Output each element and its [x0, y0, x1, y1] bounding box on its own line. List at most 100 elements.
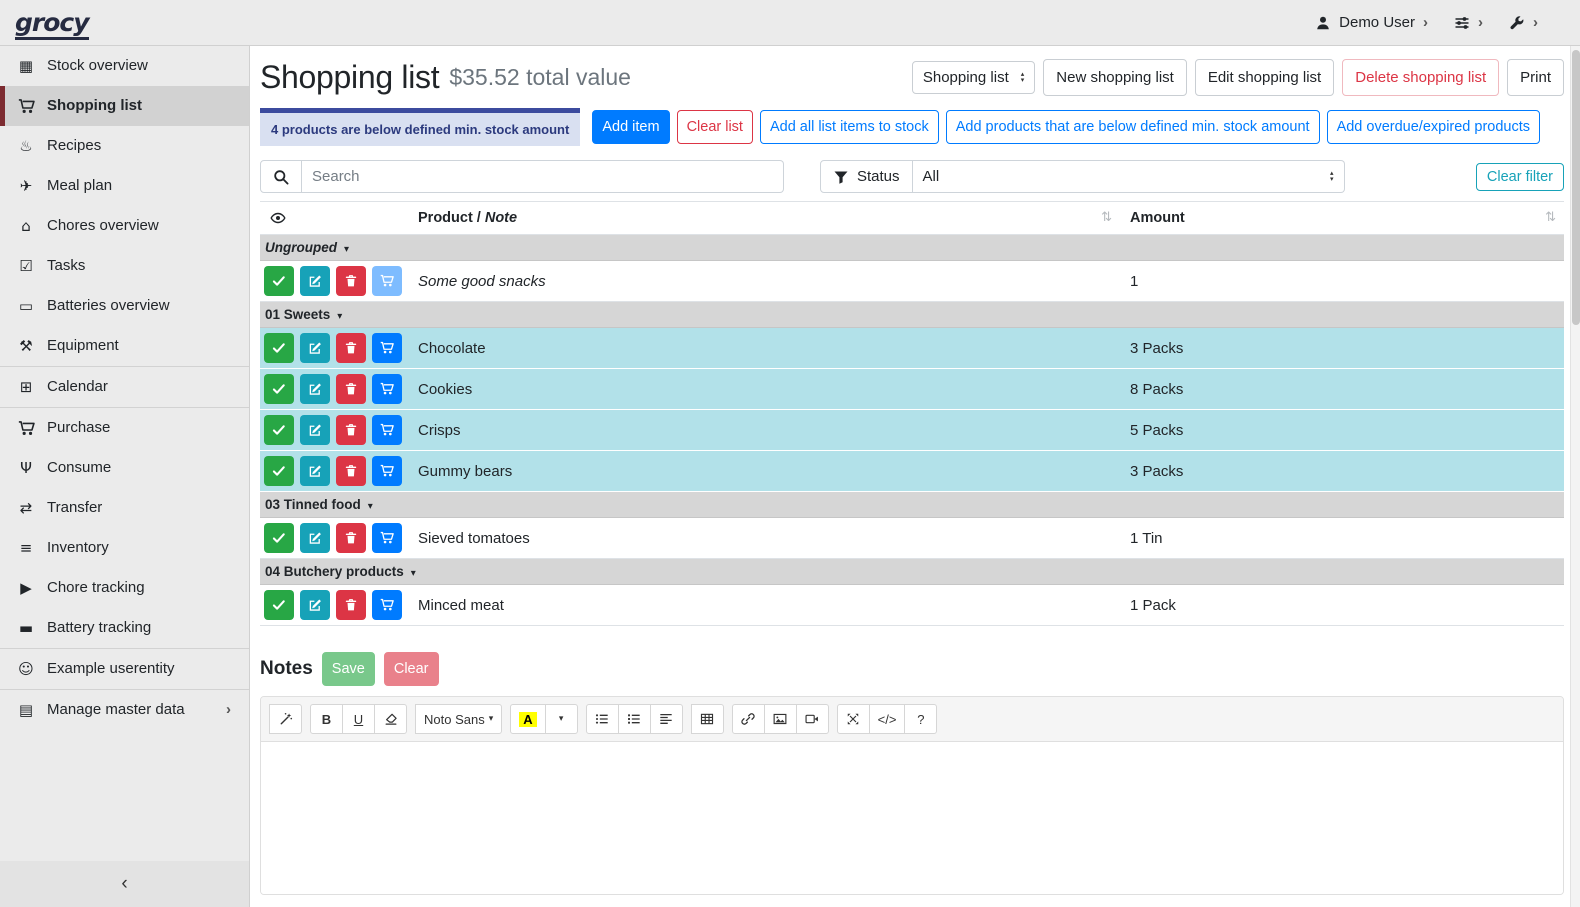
sidebar-item-example-userentity[interactable]: ☺Example userentity	[0, 649, 249, 689]
amount-column-header[interactable]: Amount ⇅	[1120, 202, 1564, 235]
sidebar-item-transfer[interactable]: ⇄Transfer	[0, 488, 249, 528]
delete-shopping-list-button[interactable]: Delete shopping list	[1342, 59, 1499, 96]
sidebar-item-battery-tracking[interactable]: ▬Battery tracking	[0, 608, 249, 648]
add-overdue-button[interactable]: Add overdue/expired products	[1327, 110, 1540, 144]
mark-done-button[interactable]	[264, 333, 294, 363]
user-menu[interactable]: Demo User ›	[1315, 14, 1428, 31]
font-family-button[interactable]: Noto Sans▾	[415, 704, 502, 734]
sidebar-item-chores-overview[interactable]: ⌂Chores overview	[0, 206, 249, 246]
edit-item-button[interactable]	[300, 333, 330, 363]
edit-shopping-list-button[interactable]: Edit shopping list	[1195, 59, 1334, 96]
group-header-ungrouped[interactable]: Ungrouped▾	[260, 235, 1564, 261]
unordered-list-button[interactable]	[586, 704, 619, 734]
highlight-color-button[interactable]: A	[510, 704, 545, 734]
mark-done-button[interactable]	[264, 266, 294, 296]
sidebar-item-chore-tracking[interactable]: ▶Chore tracking	[0, 568, 249, 608]
bold-button[interactable]: B	[310, 704, 343, 734]
sidebar-item-label: Stock overview	[47, 55, 148, 77]
sidebar-item-shopping-list[interactable]: Shopping list	[0, 86, 249, 126]
new-shopping-list-button[interactable]: New shopping list	[1043, 59, 1187, 96]
group-header-03-tinned-food[interactable]: 03 Tinned food▾	[260, 492, 1564, 518]
done-column-header[interactable]	[260, 202, 410, 235]
insert-link-button[interactable]	[732, 704, 765, 734]
delete-item-button[interactable]	[336, 333, 366, 363]
clear-filter-button[interactable]: Clear filter	[1476, 163, 1564, 191]
underline-button[interactable]: U	[342, 704, 375, 734]
add-item-button[interactable]: Add item	[592, 110, 669, 144]
group-header-01-sweets[interactable]: 01 Sweets▾	[260, 302, 1564, 328]
notes-editor-body[interactable]	[261, 742, 1563, 894]
status-select[interactable]: All ▴▾	[913, 160, 1345, 193]
amount-cell: 5 Packs	[1120, 410, 1564, 451]
sidebar-item-stock-overview[interactable]: ▦Stock overview	[0, 46, 249, 86]
sidebar-item-consume[interactable]: ΨConsume	[0, 448, 249, 488]
edit-item-button[interactable]	[300, 523, 330, 553]
paragraph-style-button[interactable]	[650, 704, 683, 734]
product-column-header[interactable]: Product /Note ⇅	[410, 202, 1120, 235]
shopping-list-select[interactable]: Shopping list ▴▾	[912, 61, 1035, 94]
sidebar-item-equipment[interactable]: ⚒Equipment	[0, 326, 249, 366]
home-icon: ⌂	[16, 215, 36, 237]
delete-item-button[interactable]	[336, 415, 366, 445]
admin-menu[interactable]: ›	[1509, 15, 1538, 31]
mark-done-button[interactable]	[264, 523, 294, 553]
group-header-04-butchery-products[interactable]: 04 Butchery products▾	[260, 559, 1564, 585]
clear-list-button[interactable]: Clear list	[677, 110, 753, 144]
mark-done-button[interactable]	[264, 374, 294, 404]
add-below-min-stock-button[interactable]: Add products that are below defined min.…	[946, 110, 1320, 144]
add-to-stock-button[interactable]	[372, 333, 402, 363]
app-logo[interactable]: grocy	[0, 8, 250, 37]
add-all-to-stock-button[interactable]: Add all list items to stock	[760, 110, 939, 144]
edit-item-button[interactable]	[300, 590, 330, 620]
add-to-stock-button[interactable]	[372, 523, 402, 553]
sidebar-item-meal-plan[interactable]: ✈Meal plan	[0, 166, 249, 206]
edit-item-button[interactable]	[300, 374, 330, 404]
mark-done-button[interactable]	[264, 590, 294, 620]
sidebar-item-purchase[interactable]: Purchase	[0, 408, 249, 448]
delete-item-button[interactable]	[336, 590, 366, 620]
scrollbar-thumb[interactable]	[1572, 50, 1580, 325]
cart-icon	[380, 341, 394, 355]
add-to-stock-button[interactable]	[372, 374, 402, 404]
ordered-list-button[interactable]	[618, 704, 651, 734]
clear-notes-button[interactable]: Clear	[384, 652, 439, 686]
help-button[interactable]: ?	[904, 704, 937, 734]
search-input[interactable]	[302, 160, 784, 193]
chevron-left-icon: ‹	[121, 873, 127, 895]
edit-item-button[interactable]	[300, 266, 330, 296]
row-actions	[264, 456, 402, 486]
remove-format-button[interactable]	[374, 704, 407, 734]
delete-item-button[interactable]	[336, 374, 366, 404]
sidebar-item-tasks[interactable]: ☑Tasks	[0, 246, 249, 286]
settings-menu[interactable]: ›	[1454, 15, 1483, 31]
add-to-stock-button[interactable]	[372, 415, 402, 445]
sidebar-item-batteries-overview[interactable]: ▭Batteries overview	[0, 286, 249, 326]
vertical-scrollbar[interactable]	[1570, 46, 1580, 907]
code-view-button[interactable]: </>	[869, 704, 906, 734]
mark-done-button[interactable]	[264, 456, 294, 486]
mark-done-button[interactable]	[264, 415, 294, 445]
sidebar-item-inventory[interactable]: ≡Inventory	[0, 528, 249, 568]
insert-picture-button[interactable]	[764, 704, 797, 734]
delete-item-button[interactable]	[336, 266, 366, 296]
sidebar-collapse-button[interactable]: ‹	[0, 861, 249, 907]
print-button[interactable]: Print	[1507, 59, 1564, 96]
sidebar-item-recipes[interactable]: ♨Recipes	[0, 126, 249, 166]
color-picker-caret-button[interactable]: ▾	[545, 704, 578, 734]
sidebar-item-calendar[interactable]: ⊞Calendar	[0, 367, 249, 407]
save-notes-button[interactable]: Save	[322, 652, 375, 686]
add-to-stock-button[interactable]	[372, 456, 402, 486]
magic-style-button[interactable]	[269, 704, 302, 734]
help-button-label: ?	[917, 712, 924, 727]
delete-item-button[interactable]	[336, 523, 366, 553]
insert-video-button[interactable]	[796, 704, 829, 734]
insert-table-button[interactable]	[691, 704, 724, 734]
fullscreen-button[interactable]	[837, 704, 870, 734]
toolbar-group: Noto Sans▾	[415, 704, 502, 734]
delete-item-button[interactable]	[336, 456, 366, 486]
sidebar-item-manage-master-data[interactable]: ▤Manage master data›	[0, 690, 249, 730]
add-to-stock-button[interactable]	[372, 266, 402, 296]
edit-item-button[interactable]	[300, 456, 330, 486]
edit-item-button[interactable]	[300, 415, 330, 445]
add-to-stock-button[interactable]	[372, 590, 402, 620]
